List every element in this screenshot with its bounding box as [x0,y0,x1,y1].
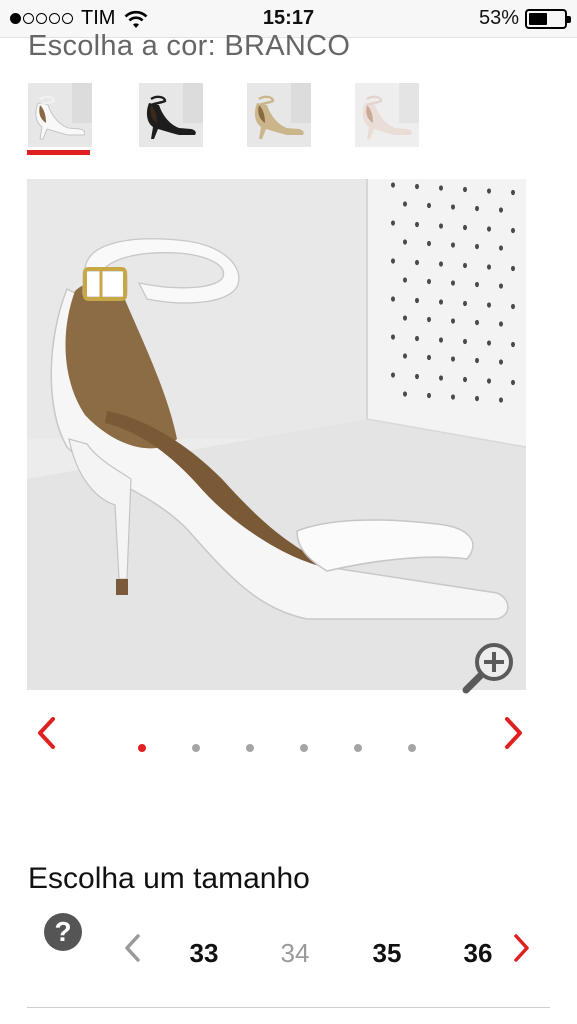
carousel-pagination [138,744,462,752]
size-heading: Escolha um tamanho [28,862,310,895]
size-prev-button[interactable] [121,932,143,964]
chevron-left-icon [125,934,140,962]
carousel-page-dot[interactable] [246,744,254,752]
battery-icon [525,8,571,29]
product-image[interactable] [27,179,526,690]
sandal-thumb-icon [139,83,203,147]
chevron-right-icon [505,717,522,749]
divider [27,1007,550,1008]
size-option-33[interactable]: 33 [174,938,234,969]
color-thumb-nude[interactable] [355,83,419,147]
sandal-thumb-icon [28,83,92,147]
zoom-in-icon[interactable] [458,640,520,698]
size-option-35[interactable]: 35 [357,938,417,969]
color-thumb-branco[interactable] [28,83,92,147]
status-right: 53% [478,7,571,30]
carousel-page-dot[interactable] [300,744,308,752]
sandal-thumb-icon [247,83,311,147]
carousel-page-dot[interactable] [408,744,416,752]
battery-tip [567,15,571,23]
carousel-page-dot[interactable] [354,744,362,752]
color-heading: Escolha a cor: BRANCO [28,30,351,62]
size-option-34[interactable]: 34 [265,938,325,969]
size-option-36[interactable]: 36 [448,938,508,969]
battery-fill [529,12,547,25]
carousel-next-button[interactable] [500,715,526,751]
color-thumb-preto[interactable] [139,83,203,147]
help-icon[interactable]: ? [44,913,82,951]
chevron-left-icon [38,717,55,749]
carousel-page-dot[interactable] [192,744,200,752]
carousel-prev-button[interactable] [34,715,60,751]
white-sandal-photo [27,179,526,690]
color-thumb-dourado[interactable] [247,83,311,147]
size-next-button[interactable] [511,932,533,964]
battery-percent: 53% [478,7,519,29]
carousel-page-dot[interactable] [138,744,146,752]
chevron-right-icon [514,934,529,962]
selected-color-indicator [27,150,90,155]
sandal-thumb-icon [355,83,419,147]
